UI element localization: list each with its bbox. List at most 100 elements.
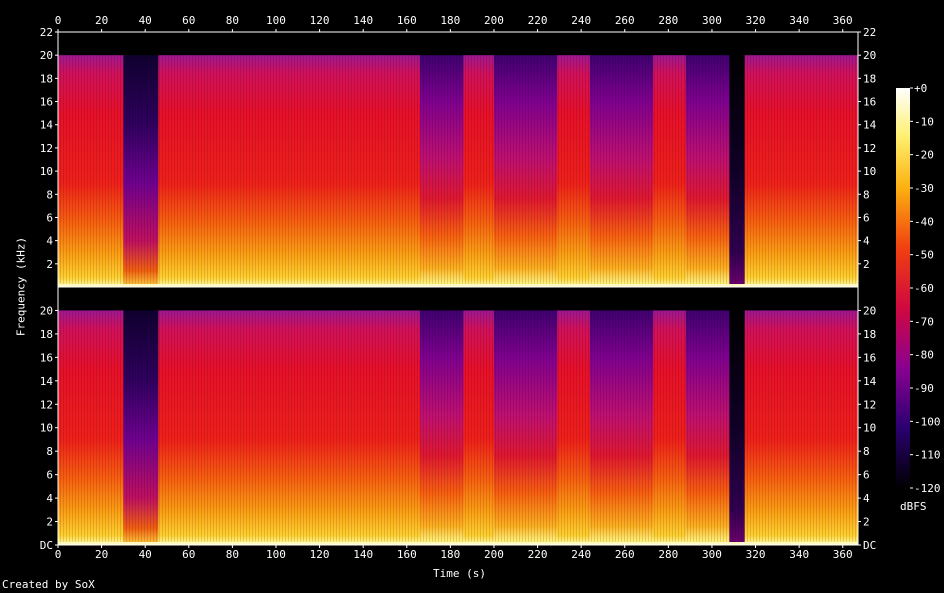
y-tick-label-right: 14: [863, 119, 877, 132]
colorbar-tick-label: +0: [914, 82, 927, 95]
x-tick-label-bottom: 60: [182, 548, 195, 561]
y-tick-label-left: 16: [40, 351, 53, 364]
colorbar: +0 -10 -20 -30 -40 -50 -60 -70 -80 -90 -100 -110 -12…: [896, 82, 941, 495]
x-tick-label-bottom: 200: [484, 548, 504, 561]
x-tick-label-top: 60: [182, 14, 195, 27]
channel-2-panel: [57, 286, 859, 546]
y-tick-label-right: 8: [863, 188, 870, 201]
x-tick-label-top: 140: [353, 14, 373, 27]
x-tick-label-bottom: 180: [440, 548, 460, 561]
colorbar-tick-label: -90: [914, 382, 934, 395]
x-tick-label-top: 260: [615, 14, 635, 27]
footer-credit: Created by SoX: [2, 578, 95, 591]
y-tick-label-left: 2: [46, 258, 53, 271]
x-tick-label-top: 100: [266, 14, 286, 27]
x-tick-label-bottom: 40: [139, 548, 152, 561]
colorbar-tick-label: -100: [914, 415, 941, 428]
x-tick-label-top: 0: [55, 14, 62, 27]
y-tick-label-left: 8: [46, 188, 53, 201]
colorbar-tick-label: -70: [914, 315, 934, 328]
y-tick-label-left: 18: [40, 328, 53, 341]
x-tick-label-top: 160: [397, 14, 417, 27]
colorbar-tick-label: -60: [914, 282, 934, 295]
x-tick-label-bottom: 140: [353, 548, 373, 561]
x-tick-label-top: 340: [789, 14, 809, 27]
texture-overlay: [58, 32, 858, 287]
x-tick-label-bottom: 100: [266, 548, 286, 561]
y-tick-label-right: 14: [863, 375, 877, 388]
x-tick-label-top: 360: [833, 14, 853, 27]
colorbar-tick-label: -10: [914, 115, 934, 128]
x-tick-label-bottom: 80: [226, 548, 239, 561]
y-tick-label-right: 18: [863, 72, 876, 85]
y-tick-label-right: 22: [863, 26, 876, 39]
y-tick-label-left: 8: [46, 445, 53, 458]
y-tick-label-left: 12: [40, 142, 53, 155]
colorbar-tick-label: -110: [914, 449, 941, 462]
y-tick-label-left: 20: [40, 304, 53, 317]
x-tick-label-bottom: 0: [55, 548, 62, 561]
y-axis-label: Frequency (kHz): [14, 236, 28, 337]
y-tick-label-left: 22: [40, 26, 53, 39]
y-tick-label-left: 10: [40, 422, 53, 435]
x-tick-label-top: 120: [310, 14, 330, 27]
x-tick-label-top: 240: [571, 14, 591, 27]
x-tick-label-bottom: 300: [702, 548, 722, 561]
y-tick-label-left: 14: [40, 375, 54, 388]
x-tick-label-top: 80: [226, 14, 239, 27]
y-tick-label-right: 16: [863, 96, 876, 109]
y-tick-label-right: 2: [863, 516, 870, 529]
x-tick-label-bottom: 360: [833, 548, 853, 561]
x-tick-label-top: 180: [440, 14, 460, 27]
y-tick-label-left: 10: [40, 165, 53, 178]
texture-overlay: [58, 287, 858, 545]
y-tick-label-right: 20: [863, 304, 876, 317]
y-tick-label-left: 14: [40, 119, 54, 132]
colorbar-tick-label: -20: [914, 149, 934, 162]
y-tick-label-left: 6: [46, 469, 53, 482]
x-tick-label-bottom: 240: [571, 548, 591, 561]
y-tick-label-left: 12: [40, 398, 53, 411]
colorbar-tick-label: -80: [914, 349, 934, 362]
spectrogram-chart: 0 0 20 20 40 40 60 60 80 80 100 100 120 120 140 140 160 1…: [40, 14, 941, 561]
y-tick-label-right: 4: [863, 235, 870, 248]
x-tick-label-top: 200: [484, 14, 504, 27]
colorbar-tick-label: -40: [914, 215, 934, 228]
x-tick-label-bottom: 260: [615, 548, 635, 561]
x-tick-label-bottom: 320: [746, 548, 766, 561]
y-tick-label-right: 10: [863, 165, 876, 178]
y-tick-label-right: 16: [863, 351, 876, 364]
x-tick-label-bottom: 160: [397, 548, 417, 561]
y-tick-label-right: 20: [863, 49, 876, 62]
x-tick-label-bottom: 120: [310, 548, 330, 561]
colorbar-label: dBFS: [900, 500, 927, 513]
y-tick-label-left: 6: [46, 211, 53, 224]
x-tick-label-top: 20: [95, 14, 108, 27]
y-tick-label-right: 8: [863, 445, 870, 458]
colorbar-tick-label: -50: [914, 249, 934, 262]
x-tick-label-bottom: 20: [95, 548, 108, 561]
colorbar-gradient: [896, 88, 910, 488]
y-tick-label-left: 2: [46, 516, 53, 529]
channel-1-panel: [57, 31, 859, 288]
x-tick-label-top: 40: [139, 14, 152, 27]
y-tick-label-left: 20: [40, 49, 53, 62]
y-tick-label-left: 18: [40, 72, 53, 85]
x-axis-label: Time (s): [433, 567, 486, 580]
y-tick-label-right: 4: [863, 492, 870, 505]
colorbar-tick-label: -30: [914, 182, 934, 195]
x-tick-label-bottom: 220: [528, 548, 548, 561]
colorbar-tick-label: -120: [914, 482, 941, 495]
y-tick-label-left: 4: [46, 235, 53, 248]
x-tick-label-top: 320: [746, 14, 766, 27]
x-tick-label-top: 220: [528, 14, 548, 27]
y-tick-label-right: DC: [863, 539, 876, 552]
x-tick-label-top: 300: [702, 14, 722, 27]
y-tick-label-left: 16: [40, 96, 53, 109]
y-tick-label-right: 12: [863, 142, 876, 155]
y-tick-label-left: DC: [40, 539, 53, 552]
y-tick-label-right: 10: [863, 422, 876, 435]
y-tick-label-right: 12: [863, 398, 876, 411]
x-tick-label-bottom: 280: [658, 548, 678, 561]
y-tick-label-right: 6: [863, 211, 870, 224]
